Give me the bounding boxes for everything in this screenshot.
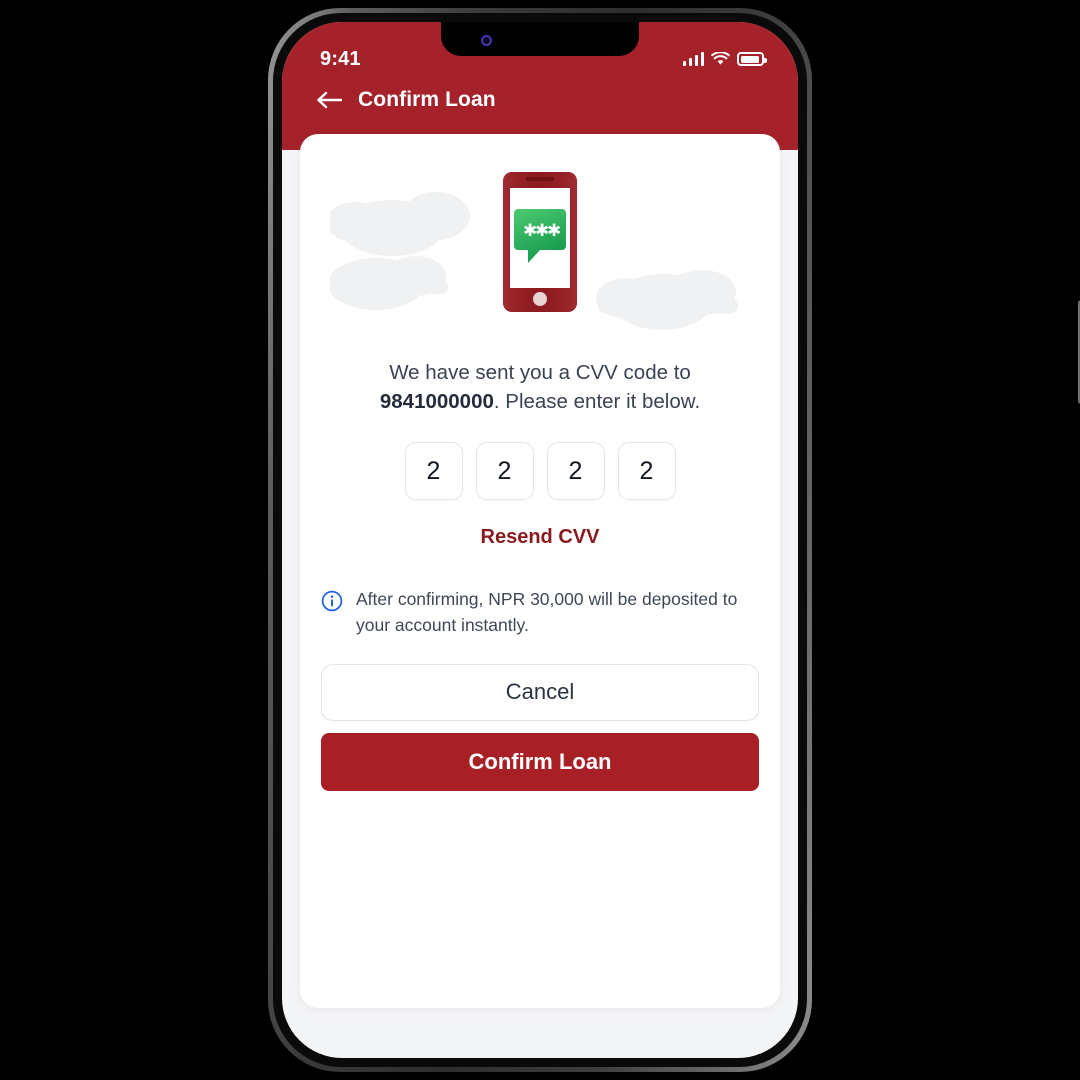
display-notch bbox=[441, 22, 639, 56]
device-bezel: 9:41 Confirm Loan ✱ ✱ ✱ We have sent you… bbox=[273, 13, 807, 1067]
back-arrow-icon[interactable] bbox=[316, 90, 342, 110]
page-title: Confirm Loan bbox=[358, 88, 496, 111]
battery-icon bbox=[737, 52, 767, 66]
resend-cvv-link[interactable]: Resend CVV bbox=[300, 526, 780, 549]
info-notice: After confirming, NPR 30,000 will be dep… bbox=[321, 587, 758, 638]
otp-illustration: ✱ ✱ ✱ bbox=[300, 156, 780, 348]
content-card: ✱ ✱ ✱ We have sent you a CVV code to 984… bbox=[300, 134, 780, 1008]
otp-digit-2[interactable]: 2 bbox=[475, 442, 534, 501]
phone-screen: 9:41 Confirm Loan ✱ ✱ ✱ We have sent you… bbox=[282, 22, 798, 1058]
otp-digit-4[interactable]: 2 bbox=[617, 442, 676, 501]
confirm-loan-button[interactable]: Confirm Loan bbox=[321, 732, 759, 791]
svg-text:✱: ✱ bbox=[547, 221, 561, 241]
status-bar-clock: 9:41 bbox=[320, 47, 361, 70]
otp-message: We have sent you a CVV code to 984100000… bbox=[300, 358, 780, 416]
phone-sms-illustration-svg: ✱✱✱ bbox=[330, 172, 738, 330]
signal-bars-icon bbox=[682, 52, 704, 66]
otp-message-line1: We have sent you a CVV code to bbox=[389, 361, 691, 384]
otp-digit-1[interactable]: 2 bbox=[404, 442, 463, 501]
front-camera-icon bbox=[481, 35, 492, 46]
screenshot-stage: 9:41 Confirm Loan ✱ ✱ ✱ We have sent you… bbox=[0, 0, 1080, 1080]
status-bar-icons bbox=[682, 52, 767, 66]
phone-device-frame: 9:41 Confirm Loan ✱ ✱ ✱ We have sent you… bbox=[268, 8, 1080, 1072]
otp-phone-number: 9841000000 bbox=[379, 390, 494, 414]
otp-digit-3[interactable]: 2 bbox=[546, 442, 605, 501]
info-notice-text: After confirming, NPR 30,000 will be dep… bbox=[356, 589, 738, 635]
info-circle-icon bbox=[321, 590, 343, 612]
action-buttons: Cancel Confirm Loan bbox=[321, 663, 759, 791]
otp-message-line2: . Please enter it below. bbox=[493, 390, 701, 414]
wifi-icon bbox=[711, 52, 730, 65]
otp-input-group[interactable]: 2 2 2 2 bbox=[300, 442, 780, 501]
cancel-button[interactable]: Cancel bbox=[321, 663, 759, 721]
nav-bar: Confirm Loan bbox=[282, 74, 798, 112]
